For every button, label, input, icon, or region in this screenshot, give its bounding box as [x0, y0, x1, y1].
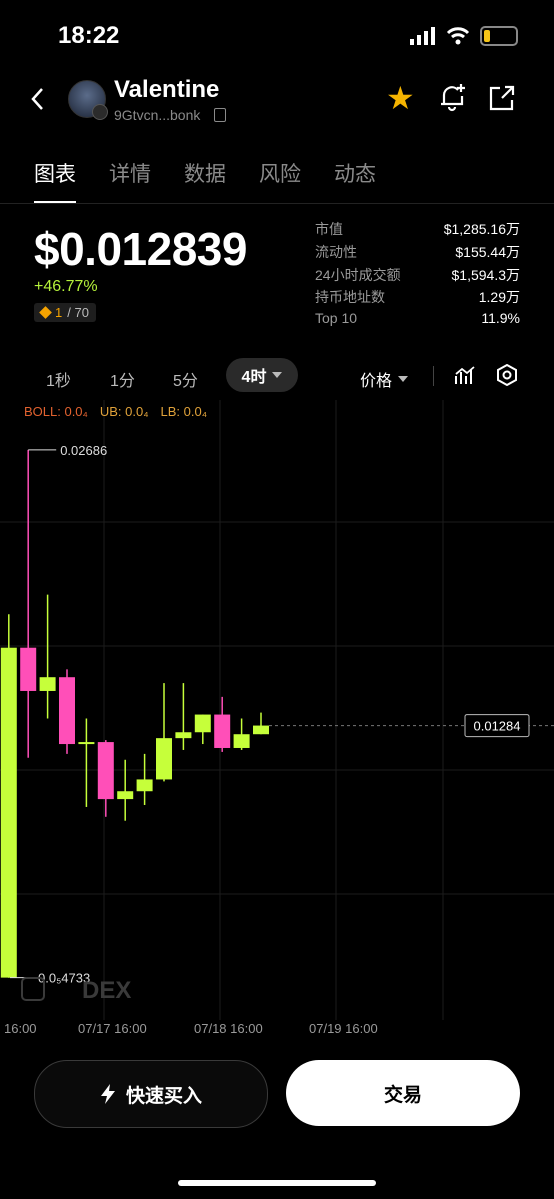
x-axis-label: 07/18 16:00: [194, 1021, 263, 1036]
candle-body: [20, 647, 37, 691]
candle-body: [59, 677, 75, 745]
rank-badge[interactable]: 1 / 70: [34, 303, 96, 322]
share-icon[interactable]: [488, 84, 516, 112]
candle-body: [214, 714, 231, 748]
stat-label: 流动性: [315, 243, 357, 260]
stat-value: 11.9%: [481, 310, 520, 327]
tab-data[interactable]: 数据: [184, 158, 226, 204]
stat-value: $155.44万: [455, 243, 520, 260]
caret-down-icon: [272, 372, 283, 378]
tab-divider: [0, 203, 554, 204]
bell-plus-icon[interactable]: [438, 82, 468, 112]
tab-details[interactable]: 详情: [109, 158, 151, 204]
fast-buy-button[interactable]: 快速买入: [34, 1060, 268, 1128]
stat-value: $1,594.3万: [451, 266, 521, 283]
stat-label: Top 10: [315, 310, 358, 327]
status-icons: [410, 26, 518, 46]
battery-icon: [480, 26, 518, 46]
candle-body: [78, 742, 95, 745]
high-price-label: 0.02686: [60, 443, 107, 458]
tab-chart[interactable]: 图表: [34, 158, 76, 204]
star-icon[interactable]: ★: [386, 82, 415, 114]
candle-body: [136, 779, 153, 792]
candle-body: [97, 742, 114, 800]
candle-body: [175, 732, 192, 739]
signal-icon: [410, 27, 435, 45]
tab-activity[interactable]: 动态: [334, 158, 376, 204]
caret-down-icon: [398, 376, 409, 382]
rank-current: 1: [55, 305, 63, 320]
current-price-label: 0.01284: [474, 719, 521, 734]
candle-body: [194, 714, 211, 733]
current-price: $0.012839: [34, 223, 247, 275]
status-time: 18:22: [58, 22, 120, 49]
interval-bar: 1秒 1分 5分 4时 价格: [0, 358, 554, 394]
stat-value: 1.29万: [478, 289, 520, 306]
price-change: +46.77%: [34, 278, 98, 295]
copy-icon[interactable]: [214, 108, 226, 122]
wifi-icon: [446, 27, 470, 45]
trade-button[interactable]: 交易: [286, 1060, 520, 1126]
chevron-left-icon: [31, 88, 43, 110]
rank-total: / 70: [67, 305, 89, 320]
x-axis-label: 07/17 16:00: [78, 1021, 147, 1036]
stats-panel: 市值 $1,285.16万 流动性 $155.44万 24小时成交额 $1,594.3…: [315, 219, 520, 333]
candle-body: [117, 791, 134, 800]
x-axis-label: 16:00: [4, 1021, 37, 1036]
interval-active-label: 4时: [241, 369, 267, 386]
stat-label: 持币地址数: [315, 289, 385, 306]
stat-row: 持币地址数 1.29万: [315, 287, 520, 310]
interval-5m[interactable]: 5分: [173, 367, 198, 391]
stat-row: 市值 $1,285.16万: [315, 219, 520, 242]
candle-body: [39, 677, 56, 691]
interval-1s[interactable]: 1秒: [46, 367, 71, 391]
boll-lb: LB: 0.0₄: [160, 404, 208, 419]
stat-row: 流动性 $155.44万: [315, 242, 520, 265]
stat-value: $1,285.16万: [443, 221, 520, 237]
x-axis-label: 07/19 16:00: [309, 1021, 378, 1036]
candle-body: [233, 734, 250, 748]
stat-label: 24小时成交额: [315, 266, 401, 283]
fast-buy-label: 快速买入: [125, 1085, 202, 1107]
candle-body: [0, 647, 17, 978]
price-mode-select[interactable]: 价格: [360, 367, 409, 391]
home-indicator: [178, 1180, 376, 1186]
watermark-text: DEX: [82, 977, 131, 1004]
token-address: 9Gtvcn...bonk: [114, 107, 201, 123]
lightning-icon: [100, 1084, 115, 1104]
boll-indicator: BOLL: 0.0₄ UB: 0.0₄ LB: 0.0₄: [24, 404, 207, 419]
tab-bar: 图表 详情 数据 风险 动态: [34, 158, 376, 204]
toolbar-separator: [433, 366, 434, 386]
indicator-icon[interactable]: [454, 364, 476, 386]
token-name: Valentine: [114, 76, 220, 103]
settings-icon[interactable]: [496, 364, 518, 386]
stat-label: 市值: [315, 221, 343, 237]
stat-row: 24小时成交额 $1,594.3万: [315, 265, 520, 288]
back-button[interactable]: [30, 86, 44, 118]
chain-badge-icon: [92, 104, 108, 120]
tab-risk[interactable]: 风险: [259, 158, 301, 204]
interval-1m[interactable]: 1分: [110, 367, 135, 391]
stat-row: Top 10 11.9%: [315, 310, 520, 333]
boll-value: BOLL: 0.0₄: [24, 404, 88, 419]
candle-body: [156, 738, 172, 780]
candle-body: [253, 725, 269, 735]
price-mode-label: 价格: [360, 373, 393, 390]
diamond-icon: [39, 306, 52, 319]
boll-ub: UB: 0.0₄: [99, 404, 149, 419]
interval-4h[interactable]: 4时: [226, 358, 298, 392]
price-chart[interactable]: 0.026860.0₅47330.01284DEX16:00 07/17 16:0…: [0, 400, 554, 1040]
